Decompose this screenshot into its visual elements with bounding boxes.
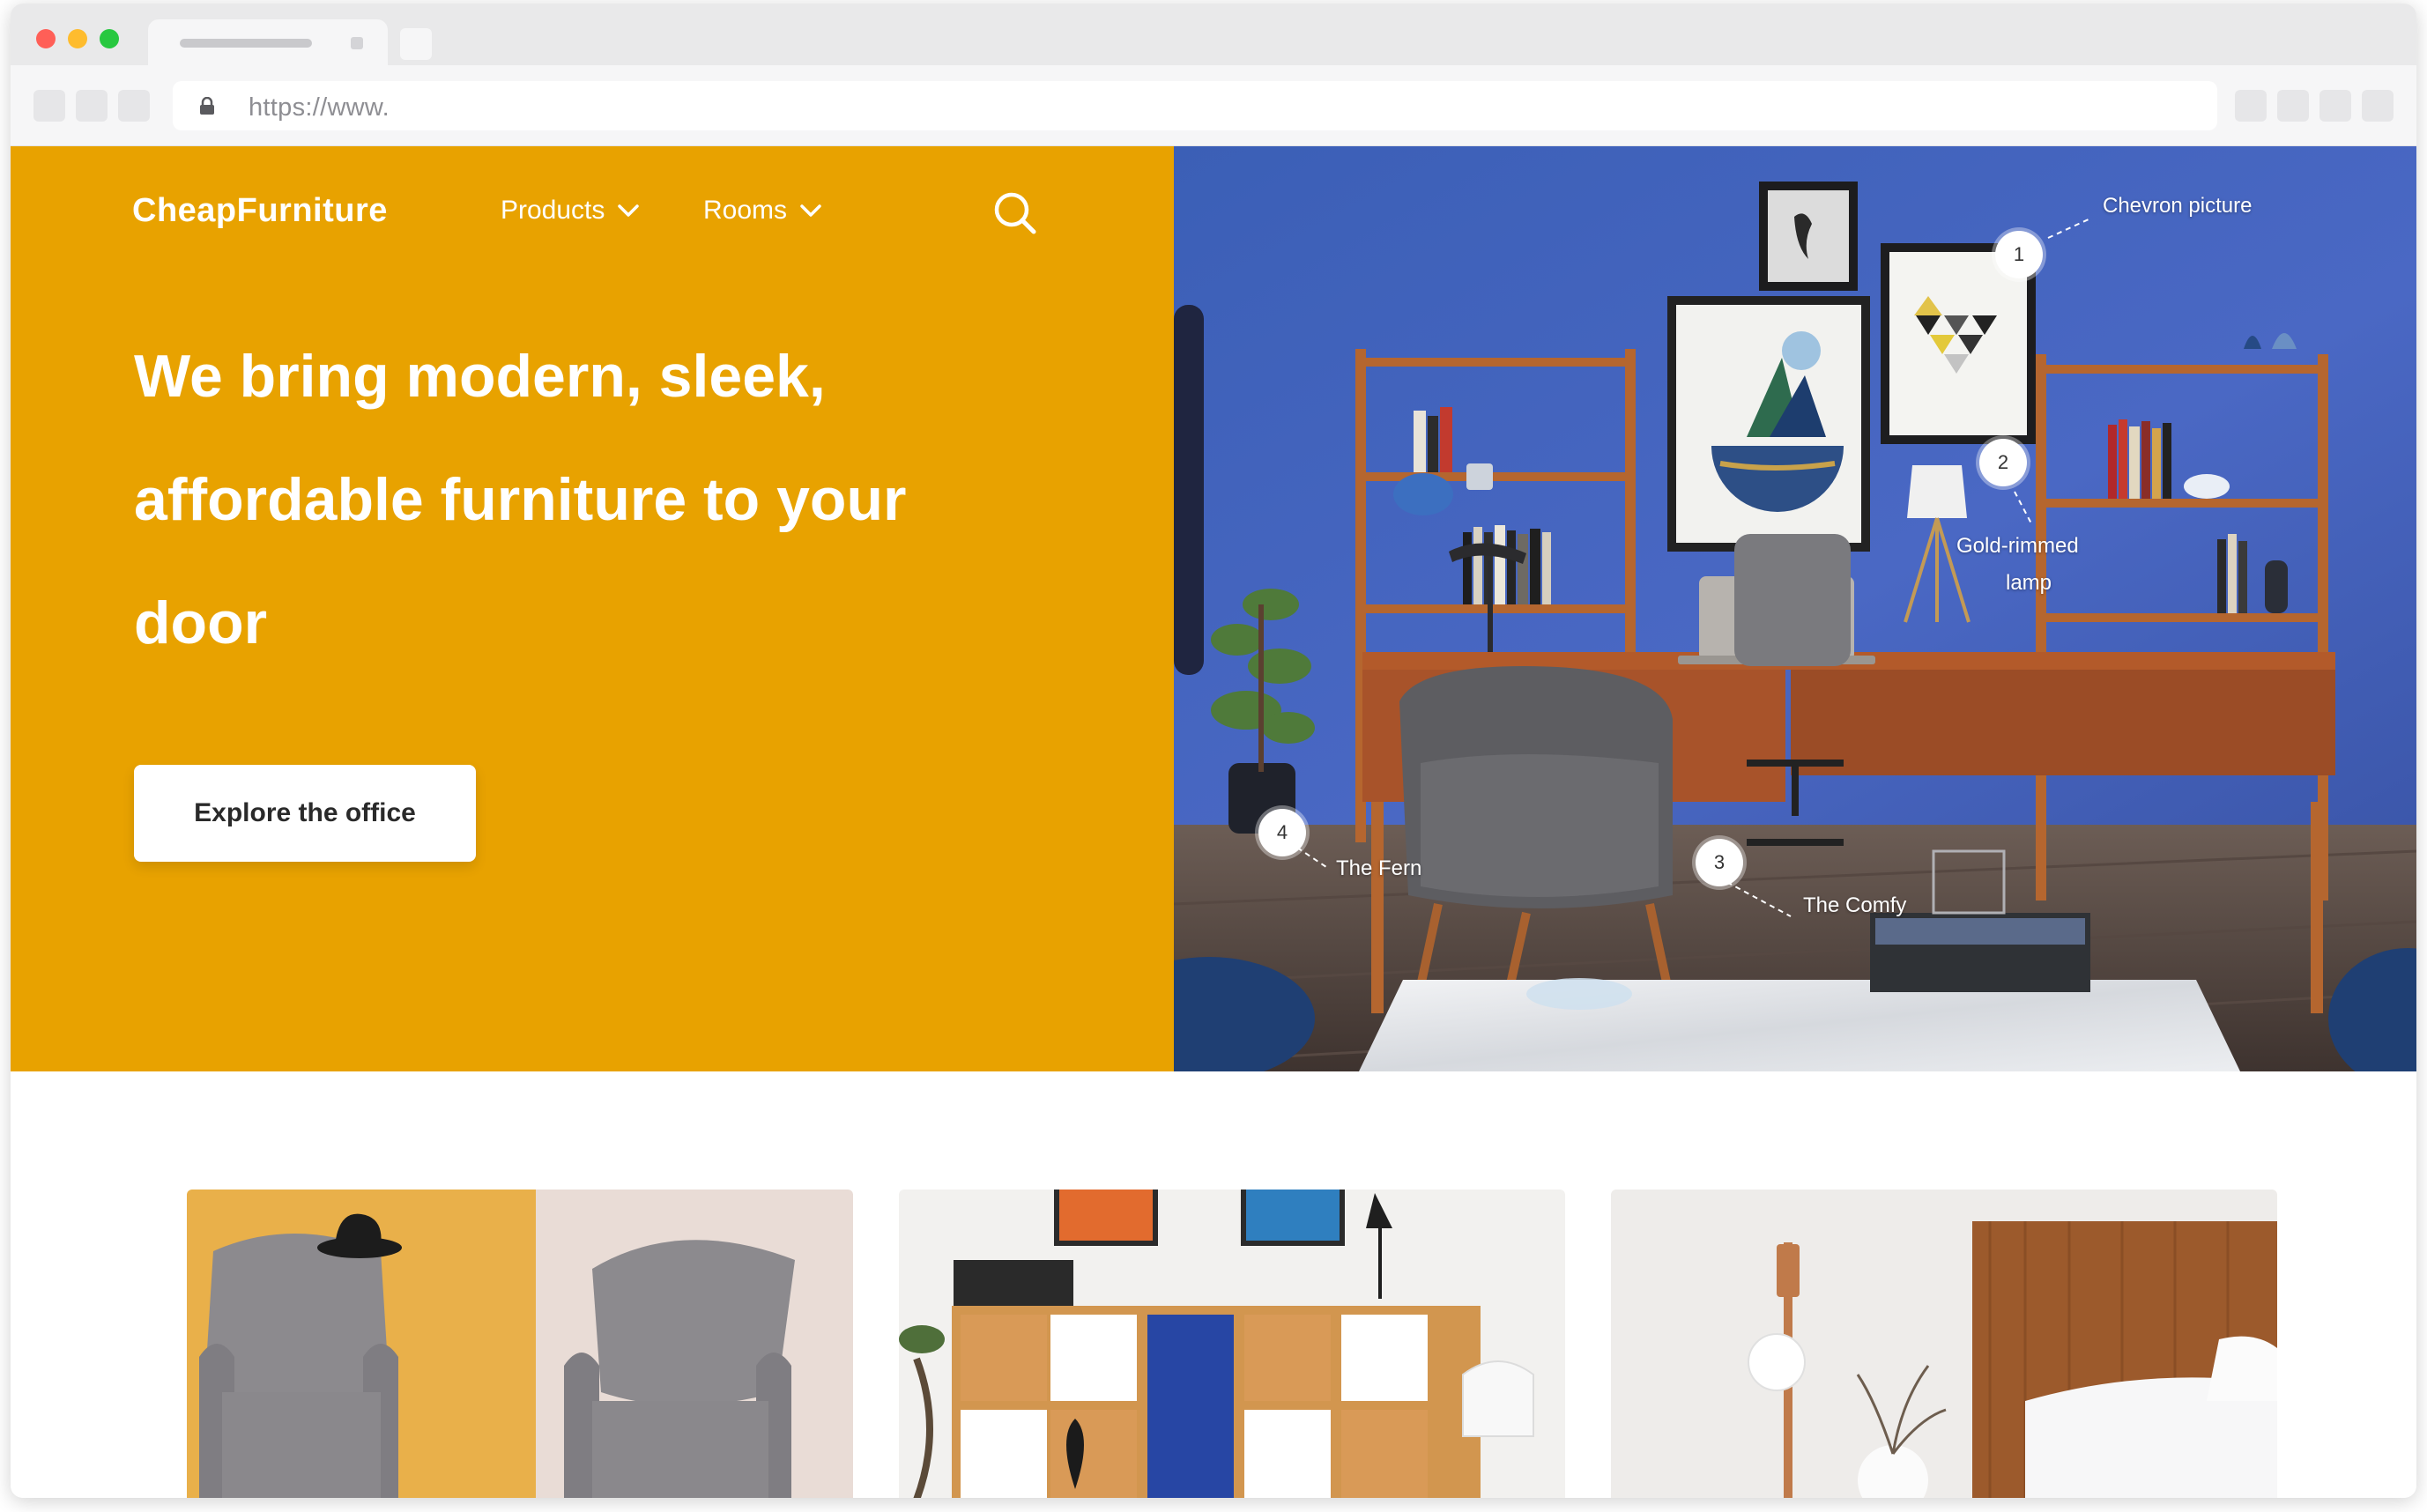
hotspot-label-chevron-picture: Chevron picture: [2103, 194, 2253, 218]
hotspot-marker-1[interactable]: 1: [1995, 231, 2043, 278]
extension-button[interactable]: [2277, 90, 2309, 122]
nav-products-label: Products: [501, 196, 605, 225]
hero-headline-line: affordable furniture to your: [134, 466, 907, 533]
product-card-bed[interactable]: [1611, 1190, 2277, 1498]
site-logo[interactable]: CheapFurniture: [132, 192, 388, 230]
hotspot-label-the-fern: The Fern: [1336, 856, 1422, 880]
url-text: https://www.: [249, 93, 390, 122]
tab-close-icon[interactable]: [351, 37, 363, 49]
new-tab-button[interactable]: [400, 28, 432, 60]
tab-title-placeholder: [180, 39, 312, 48]
hotspot-marker-2[interactable]: 2: [1979, 439, 2027, 486]
back-icon[interactable]: [33, 90, 65, 122]
product-card-armchairs[interactable]: [187, 1190, 853, 1498]
close-window-button[interactable]: [36, 29, 56, 48]
reload-icon[interactable]: [118, 90, 150, 122]
nav-rooms[interactable]: Rooms: [703, 196, 822, 226]
extension-button[interactable]: [2362, 90, 2394, 122]
explore-office-button[interactable]: Explore the office: [134, 765, 476, 862]
armchairs-image: [187, 1190, 853, 1498]
hero-headline-line: door: [134, 589, 268, 656]
hotspot-marker-4[interactable]: 4: [1258, 809, 1306, 856]
maximize-window-button[interactable]: [100, 29, 119, 48]
nav-products[interactable]: Products: [501, 196, 640, 226]
nav-rooms-label: Rooms: [703, 196, 788, 225]
browser-tab[interactable]: [148, 19, 388, 65]
search-icon[interactable]: [992, 190, 1038, 236]
browser-tab-bar: [11, 4, 2416, 65]
hotspot-leader-lines: [1296, 218, 2091, 917]
lock-icon: [200, 97, 214, 115]
storage-cabinet-image: [899, 1190, 1565, 1498]
hero-panel: CheapFurniture Products Rooms We bring m…: [11, 146, 1174, 1071]
minimize-window-button[interactable]: [68, 29, 87, 48]
hero-headline: We bring modern, sleek, affordable furni…: [134, 340, 1068, 693]
hotspot-label-the-comfy: The Comfy: [1803, 893, 1907, 917]
hero-headline-line: We bring modern, sleek,: [134, 343, 826, 410]
browser-toolbar: https://www.: [11, 65, 2416, 146]
chevron-down-icon: [618, 204, 640, 217]
hotspot-label-gold-rimmed-lamp: lamp: [2006, 571, 2052, 595]
wooden-bed-image: [1611, 1190, 2277, 1498]
extension-button[interactable]: [2319, 90, 2351, 122]
hero-office-photo: 1 Chevron picture 2 Gold-rimmed lamp 3 T…: [1174, 146, 2416, 1071]
chevron-down-icon: [800, 204, 821, 217]
hotspot-marker-3[interactable]: 3: [1696, 839, 1743, 886]
page-viewport: CheapFurniture Products Rooms We bring m…: [11, 146, 2416, 1498]
forward-icon[interactable]: [76, 90, 108, 122]
address-bar[interactable]: https://www.: [173, 81, 2217, 130]
browser-window: https://www. CheapFurniture Products Roo…: [11, 4, 2416, 1498]
product-card-storage[interactable]: [899, 1190, 1565, 1498]
extension-button[interactable]: [2235, 90, 2267, 122]
hotspot-label-gold-rimmed-lamp: Gold-rimmed: [1956, 534, 2079, 558]
